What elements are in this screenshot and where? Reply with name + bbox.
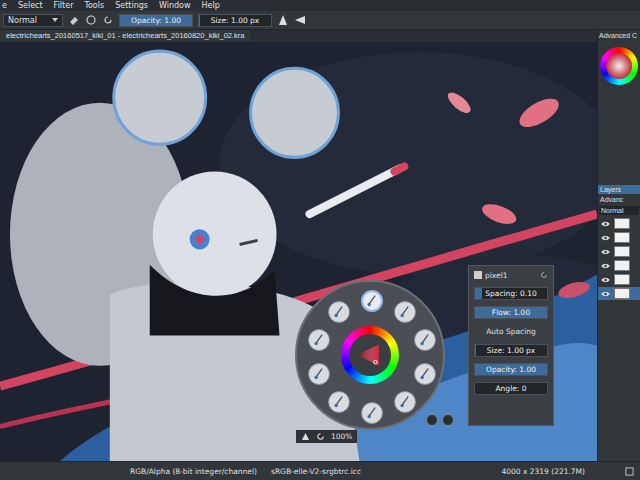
color-triangle[interactable] [606,53,632,79]
setting-slider[interactable]: Size: 1.00 px [474,344,548,357]
preset-header: pixel1 [474,269,548,281]
eye-icon[interactable] [601,249,610,255]
layer-row[interactable] [598,245,640,258]
menu-item[interactable]: Tools [84,0,104,11]
canvas-only-bar: 100% [296,430,357,443]
brush-settings-panel: pixel1 Spacing: 0.10 Flow: 1.00 Auto Spacin… [468,265,554,426]
mirror-icon[interactable] [301,432,310,441]
popup-palette[interactable] [295,280,445,430]
zoom-icon[interactable] [625,467,634,476]
layer-row[interactable] [598,273,640,286]
menu-item[interactable]: Window [159,0,191,11]
color-triangle[interactable] [352,337,388,373]
preset-thumbnail [474,271,482,279]
opacity-slider[interactable]: Opacity: 1.00 [119,14,193,27]
setting-slider[interactable]: Opacity: 1.00 [474,363,548,376]
brush-icon [312,333,326,347]
brush-icon [398,395,412,409]
canvas[interactable]: pixel1 Spacing: 0.10 Flow: 1.00 Auto Spacin… [0,42,597,461]
layer-row[interactable] [598,259,640,272]
eye-icon[interactable] [601,235,610,241]
brush-preset[interactable] [394,391,416,413]
reload-icon[interactable] [102,14,114,26]
document-area: electrichearts_20160517_kiki_01 - electr… [0,30,597,461]
docker-tab[interactable]: Advanc [598,195,640,204]
status-bar: RGB/Alpha (8-bit integer/channel) sRGB-el… [0,461,640,480]
tag-icon[interactable] [426,414,438,426]
brush-preset[interactable] [308,363,330,385]
brush-preset[interactable] [361,402,383,424]
brush-icon [418,333,432,347]
layer-row[interactable] [598,287,640,300]
layer-row[interactable] [598,217,640,230]
settings-icon[interactable] [442,414,454,426]
layer-thumbnail [614,288,630,299]
layer-thumbnail [614,246,630,257]
brush-icon [398,305,412,319]
brush-preset[interactable] [414,329,436,351]
reload-icon[interactable] [540,271,548,279]
size-slider[interactable]: Size: 1.00 px [198,14,272,27]
krita-window: eSelectFilterToolsSettingsWindowHelpNorm… [0,0,640,480]
workspace: electrichearts_20160517_kiki_01 - electr… [0,30,640,461]
setting-slider[interactable]: Spacing: 0.10 [474,287,548,300]
docker-tab[interactable]: Layers [598,185,640,194]
setting-slider[interactable]: Angle: 0 [474,382,548,395]
setting-button[interactable]: Auto Spacing [474,325,548,338]
eye-icon[interactable] [601,277,610,283]
rotate-icon[interactable] [316,432,325,441]
layer-row[interactable] [598,231,640,244]
blend-mode-select[interactable]: Normal [3,14,63,27]
eye-icon[interactable] [601,263,610,269]
brush-icon [418,367,432,381]
menu-item[interactable]: Select [18,0,43,11]
brush-icon [365,294,379,308]
layer-tabs: LayersAdvanc [598,185,640,204]
document-tabs: electrichearts_20160517_kiki_01 - electr… [0,30,597,42]
preserve-alpha-icon[interactable] [85,14,97,26]
menu-item[interactable]: Help [202,0,220,11]
document-tab[interactable]: electrichearts_20160517_kiki_01 - electr… [0,30,250,42]
brush-preset[interactable] [361,290,383,312]
brush-preset[interactable] [394,301,416,323]
setting-slider[interactable]: Flow: 1.00 [474,306,548,319]
brush-icon [312,367,326,381]
menu-item[interactable]: Filter [54,0,74,11]
color-selector[interactable] [600,47,638,85]
layer-thumbnail [614,218,630,229]
brush-icon [332,395,346,409]
eye-icon[interactable] [601,221,610,227]
palette-buttons [426,414,454,426]
image-size: 4000 x 2319 (221.7M) [501,467,585,476]
brush-icon [365,406,379,420]
eraser-icon[interactable] [68,14,80,26]
color-space: RGB/Alpha (8-bit integer/channel) [130,467,257,476]
layer-thumbnail [614,274,630,285]
layer-list [598,217,640,300]
brush-icon [332,305,346,319]
brush-preset[interactable] [328,301,350,323]
menu-bar: e Select Filter Tools Settings Window Help [0,0,640,11]
color-docker-title: Advanced C [598,30,640,41]
mirror-horizontal-icon[interactable] [277,14,289,26]
toolbar: Normal Opacity: 1.00 Size: 1.00 px [0,11,640,30]
menu-item[interactable]: Settings [115,0,148,11]
brush-preset[interactable] [328,391,350,413]
color-triangle-area [349,334,391,376]
brush-preset[interactable] [414,363,436,385]
eye-icon[interactable] [601,291,610,297]
brush-preset[interactable] [308,329,330,351]
right-docker: Advanced C LayersAdvanc Normal [597,30,640,461]
mirror-vertical-icon[interactable] [294,14,306,26]
color-profile: sRGB-elle-V2-srgbtrc.icc [271,467,361,476]
layer-blend-select[interactable]: Normal [599,206,639,215]
menu-item[interactable]: e [2,0,7,11]
layer-thumbnail [614,260,630,271]
layer-thumbnail [614,232,630,243]
color-wheel[interactable] [341,326,399,384]
caret-icon [52,18,58,22]
zoom-level[interactable]: 100% [331,432,352,441]
